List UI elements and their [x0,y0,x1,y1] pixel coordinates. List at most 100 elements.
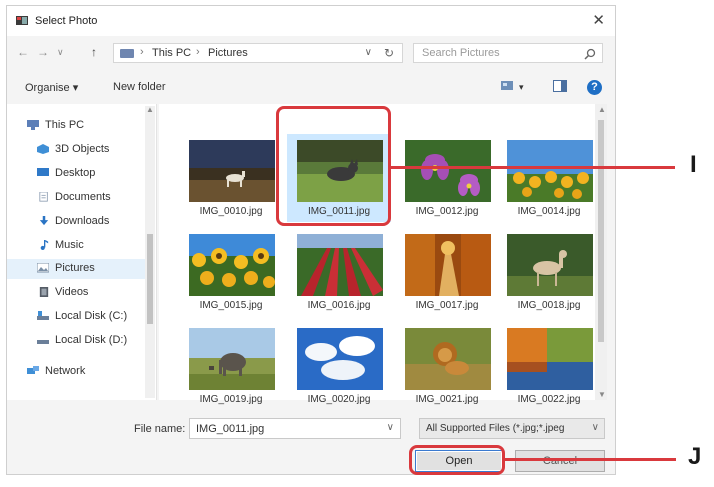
search-placeholder: Search Pictures [422,47,500,59]
sidebar-item-network[interactable]: Network [7,362,145,382]
file-tile[interactable]: IMG_0021.jpg [395,322,499,410]
scroll-up-icon[interactable]: ▲ [598,105,606,114]
recent-dropdown-icon[interactable]: ∨ [57,47,64,58]
nav-scrollbar[interactable]: ▲ [145,105,155,398]
file-name: IMG_0018.jpg [517,300,581,311]
back-icon[interactable]: ← [17,45,29,59]
dialog-title: Select Photo [35,15,98,27]
sidebar-item-label: Pictures [55,262,95,274]
address-dropdown-icon[interactable]: ∨ [365,47,372,58]
file-name: IMG_0016.jpg [307,300,371,311]
download-icon [39,216,49,226]
close-icon[interactable]: ✕ [592,11,605,29]
file-name-field[interactable]: IMG_0011.jpg ∨ [189,418,401,439]
network-icon [27,366,39,374]
sidebar-item-desktop[interactable]: Desktop [7,164,145,184]
video-icon [39,287,49,297]
sidebar-item-this-pc[interactable]: This PC [7,116,145,136]
file-tile[interactable]: IMG_0019.jpg [179,322,283,410]
file-name: IMG_0012.jpg [415,206,479,217]
select-photo-dialog: Select Photo ✕ ← → ∨ ↑ › This PC › Pictu… [6,5,616,475]
forward-icon[interactable]: → [37,45,49,59]
sidebar-item-pictures[interactable]: Pictures [7,259,145,279]
chevron-down-icon[interactable]: ∨ [592,422,599,433]
sidebar-item-label: Local Disk (D:) [55,334,128,346]
view-dropdown-icon[interactable]: ▾ [519,82,524,93]
sidebar-item-downloads[interactable]: Downloads [7,212,145,232]
file-name: IMG_0014.jpg [517,206,581,217]
photo-thumbnail-autumn-lake [507,328,593,390]
cancel-button[interactable]: Cancel [515,450,605,472]
search-input[interactable]: Search Pictures [413,43,603,63]
file-tile[interactable]: IMG_0020.jpg [287,322,391,410]
sidebar-item-documents[interactable]: Documents [7,188,145,208]
sidebar-item-label: Downloads [55,215,110,227]
preview-pane-icon[interactable] [553,80,567,95]
file-tile[interactable]: IMG_0018.jpg [497,228,601,316]
command-toolbar: Organise ▾ New folder ▾ ? [7,76,615,100]
up-icon[interactable]: ↑ [91,45,97,59]
address-bar[interactable]: › This PC › Pictures ∨ ↻ [113,43,403,63]
pc-icon [27,120,39,130]
file-name: IMG_0010.jpg [199,206,263,217]
address-row: ← → ∨ ↑ › This PC › Pictures ∨ ↻ Search … [7,41,615,67]
sidebar-item-videos[interactable]: Videos [7,283,145,303]
file-scrollbar[interactable]: ▲ ▼ [595,104,607,400]
refresh-icon[interactable]: ↻ [384,46,394,60]
sidebar-item-label: Videos [55,286,89,298]
disk-icon [37,340,49,344]
help-icon[interactable]: ? [587,80,602,95]
cube-icon [37,144,49,154]
file-tile[interactable]: IMG_0010.jpg [179,134,283,222]
sidebar-item-local-disk-d[interactable]: Local Disk (D:) [7,331,145,351]
sidebar-item-label: Documents [55,191,111,203]
chevron-right-icon: › [140,46,144,58]
breadcrumb-this-pc[interactable]: This PC [152,47,191,59]
sidebar-item-3d-objects[interactable]: 3D Objects [7,140,145,160]
sidebar-item-music[interactable]: Music [7,236,145,256]
sidebar-item-label: 3D Objects [55,143,110,155]
file-tile[interactable]: IMG_0022.jpg [497,322,601,410]
file-tile[interactable]: IMG_0012.jpg [395,134,499,222]
search-icon[interactable] [584,45,596,60]
view-options-icon[interactable] [501,80,515,95]
highlight-open-button [409,445,505,475]
file-type-select[interactable]: All Supported Files (*.jpg;*.jpeg ∨ [419,418,605,439]
sidebar-item-label: Network [45,365,86,377]
photo-thumbnail-horse [189,140,275,202]
sidebar-item-label: Music [55,239,84,251]
scroll-up-icon[interactable]: ▲ [146,105,154,114]
file-name: IMG_0017.jpg [415,300,479,311]
organise-button[interactable]: Organise ▾ [25,81,78,94]
photo-thumbnail-deer [507,234,593,296]
chevron-right-icon: › [196,46,200,58]
nav-scrollbar-thumb[interactable] [147,234,153,324]
chevron-down-icon[interactable]: ∨ [387,422,394,433]
photo-thumbnail-purple-flowers [405,140,491,202]
sidebar-item-label: Desktop [55,167,96,179]
pc-icon [120,49,134,58]
callout-line-j [504,458,676,461]
document-icon [39,192,48,202]
pictures-icon [37,263,49,273]
new-folder-button[interactable]: New folder [113,81,166,93]
sidebar-item-label: This PC [45,119,85,131]
title-bar: Select Photo ✕ [7,6,615,36]
file-scrollbar-thumb[interactable] [598,120,604,342]
scroll-down-icon[interactable]: ▼ [598,390,606,399]
photo-thumbnail-sunflowers-sky [507,140,593,202]
file-name: IMG_0022.jpg [517,394,581,405]
file-tile[interactable]: IMG_0017.jpg [395,228,499,316]
sidebar-item-local-disk-c[interactable]: Local Disk (C:) [7,307,145,327]
file-tile[interactable]: IMG_0014.jpg [497,134,601,222]
file-tile[interactable]: IMG_0016.jpg [287,228,391,316]
callout-label-i: I [690,151,697,178]
photo-thumbnail-autumn-path [405,234,491,296]
photo-thumbnail-sunflower-field [189,234,275,296]
navigation-pane: This PC 3D Objects Desktop Documents Dow… [7,104,157,400]
breadcrumb-pictures[interactable]: Pictures [208,47,248,59]
file-name: IMG_0021.jpg [415,394,479,405]
file-type-value: All Supported Files (*.jpg;*.jpeg [426,423,565,434]
file-name: IMG_0019.jpg [199,394,263,405]
file-tile[interactable]: IMG_0015.jpg [179,228,283,316]
